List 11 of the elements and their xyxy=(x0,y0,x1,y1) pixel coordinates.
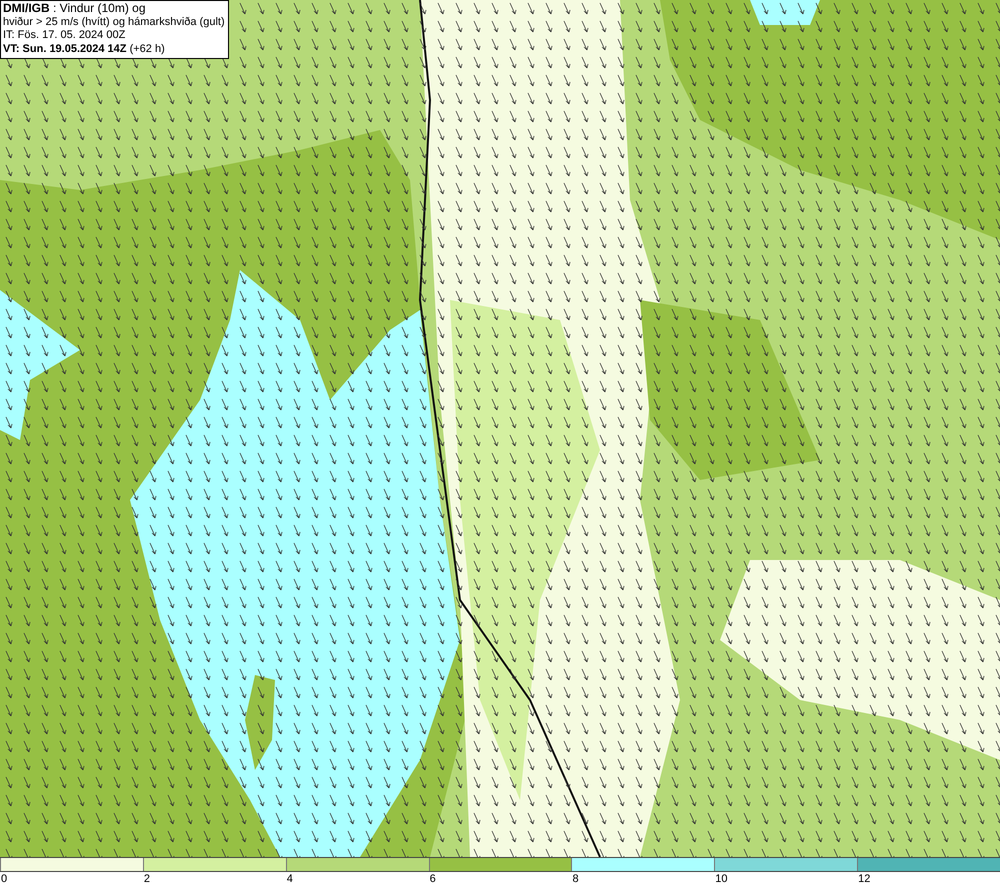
legend-tick-label: 10 xyxy=(715,873,728,885)
title-text: IT: Fös. 17. 05. 2024 00Z xyxy=(3,29,126,42)
legend-tick-label: 12 xyxy=(858,873,870,885)
legend-tick-label: 4 xyxy=(286,873,293,885)
legend-tick-label: 2 xyxy=(144,873,150,885)
title-text: hviður > 25 m/s (hvítt) og hámarkshviða (gult) xyxy=(3,16,225,29)
title-text: DMI/IGB : Vindur (10m) og xyxy=(3,2,146,16)
legend-tick-label: 6 xyxy=(430,873,436,885)
legend-tick-label: 0 xyxy=(1,873,8,885)
title-text: VT: Sun. 19.05.2024 14Z (+62 h) xyxy=(3,42,166,56)
legend-tick-label: 8 xyxy=(572,873,579,885)
